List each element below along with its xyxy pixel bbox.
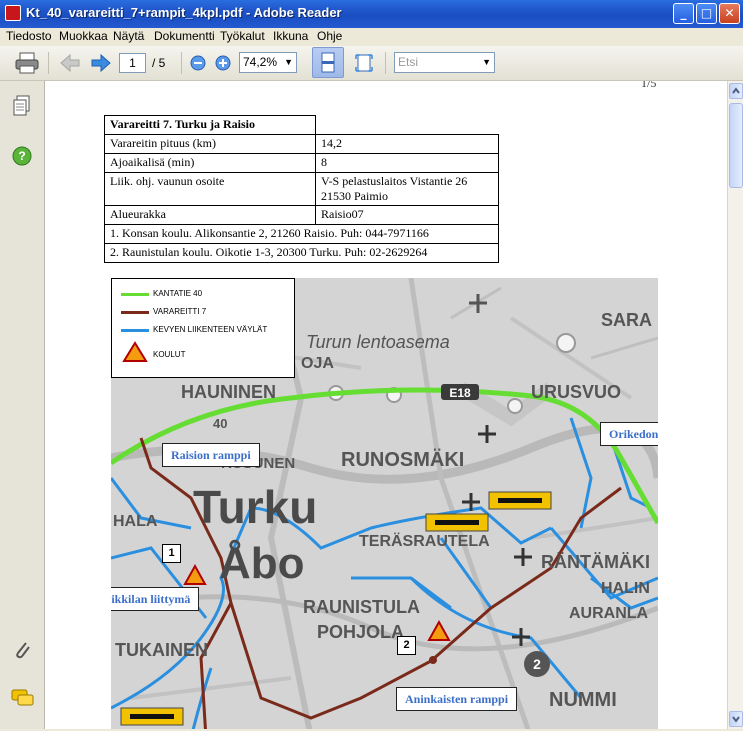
map-label: TERÄSRAUTELA bbox=[359, 532, 490, 550]
map-label: OJA bbox=[301, 355, 334, 372]
legend-swatch bbox=[121, 329, 149, 332]
map-label: E18 bbox=[449, 386, 471, 400]
comments-icon[interactable] bbox=[11, 687, 35, 709]
map-label: HALA bbox=[113, 513, 158, 530]
legend-swatch bbox=[121, 311, 149, 314]
ramp-callout-aninkainen: Aninkaisten ramppi bbox=[396, 687, 518, 711]
svg-text:?: ? bbox=[18, 149, 25, 163]
map-label: RAUNISTULA bbox=[303, 597, 420, 617]
junction-callout-suikkila: Suikkilan liittymä bbox=[111, 587, 200, 611]
table-value: V-S pelastuslaitos Vistantie 26 21530 Pa… bbox=[315, 172, 499, 206]
chevron-down-icon[interactable]: ▼ bbox=[284, 53, 293, 72]
fit-width-button[interactable] bbox=[312, 47, 344, 78]
zoom-value: 74,2% bbox=[243, 55, 278, 69]
address-line: 21530 Paimio bbox=[321, 189, 389, 203]
document-view[interactable]: 1/5 Varareitti 7. Turku ja Raisio Varare… bbox=[45, 81, 727, 729]
map-label: RUNOSMÄKI bbox=[341, 448, 464, 471]
map-label: 40 bbox=[213, 416, 227, 431]
school-marker: 1 bbox=[162, 544, 181, 563]
map-label: HALIN bbox=[601, 580, 650, 597]
previous-page-icon[interactable] bbox=[59, 53, 81, 73]
zoom-in-icon[interactable] bbox=[215, 55, 231, 71]
menu-muokkaa[interactable]: Muokkaa bbox=[59, 29, 108, 43]
page-number-input[interactable]: 1 bbox=[119, 53, 146, 73]
menu-ikkuna[interactable]: Ikkuna bbox=[273, 29, 308, 43]
window-title: Kt_40_varareitti_7+rampit_4kpl.pdf - Ado… bbox=[26, 5, 342, 20]
adobe-reader-icon bbox=[5, 5, 21, 21]
ramp-callout-raisio: Raision ramppi bbox=[162, 443, 260, 467]
table-value: 14,2 bbox=[315, 134, 499, 154]
map-label: SARA bbox=[601, 310, 652, 330]
chevron-down-icon bbox=[732, 716, 740, 723]
map-label: 2 bbox=[533, 656, 541, 672]
school-row: 2. Raunistulan koulu. Oikotie 1-3, 20300… bbox=[104, 243, 499, 263]
table-label: Alueurakka bbox=[104, 205, 316, 225]
map-label: TUKAINEN bbox=[115, 640, 208, 660]
title-bar: Kt_40_varareitti_7+rampit_4kpl.pdf - Ado… bbox=[0, 0, 743, 28]
fit-width-icon bbox=[321, 52, 335, 73]
chevron-up-icon bbox=[732, 87, 740, 94]
school-marker: 2 bbox=[397, 636, 416, 655]
table-value: Raisio07 bbox=[315, 205, 499, 225]
map-label: AURANLA bbox=[569, 605, 649, 622]
next-page-icon[interactable] bbox=[90, 53, 112, 73]
route-info-table: Varareitti 7. Turku ja Raisio Varareitin… bbox=[104, 115, 499, 263]
menu-ohje[interactable]: Ohje bbox=[317, 29, 342, 43]
page-label: 1/5 bbox=[641, 81, 657, 90]
address-line: V-S pelastuslaitos Vistantie 26 bbox=[321, 174, 468, 188]
maximize-button[interactable]: □ bbox=[696, 3, 717, 24]
map-label: NUMMI bbox=[549, 689, 617, 711]
table-title: Varareitti 7. Turku ja Raisio bbox=[104, 115, 316, 135]
page-total: / 5 bbox=[152, 56, 166, 70]
help-icon[interactable]: ? bbox=[12, 146, 32, 166]
minimize-button[interactable]: _ bbox=[673, 3, 694, 24]
route-map: HAUNINEN Turun lentoasema SARA URUSVUO R… bbox=[111, 278, 658, 729]
toolbar-separator bbox=[48, 52, 49, 74]
menu-dokumentti[interactable]: Dokumentti bbox=[154, 29, 215, 43]
zoom-out-icon[interactable] bbox=[190, 55, 206, 71]
table-label: Liik. ohj. vaunun osoite bbox=[104, 172, 316, 206]
school-warning-icon bbox=[122, 341, 148, 362]
menu-bar: Tiedosto Muokkaa Näytä Dokumentti Työkal… bbox=[0, 28, 743, 46]
zoom-field[interactable]: 74,2% ▼ bbox=[239, 52, 297, 73]
menu-tiedosto[interactable]: Tiedosto bbox=[6, 29, 52, 43]
close-button[interactable]: ✕ bbox=[719, 3, 740, 24]
toolbar-separator bbox=[181, 52, 182, 74]
navigation-pane: ? bbox=[0, 81, 45, 729]
pages-icon[interactable] bbox=[12, 95, 32, 117]
map-label: Åbo bbox=[219, 539, 305, 588]
table-label: Varareitin pituus (km) bbox=[104, 134, 316, 154]
chevron-down-icon[interactable]: ▼ bbox=[482, 53, 491, 72]
search-input[interactable]: Etsi ▼ bbox=[394, 52, 495, 73]
school-row: 1. Konsan koulu. Alikonsantie 2, 21260 R… bbox=[104, 224, 499, 244]
menu-tyokalut[interactable]: Työkalut bbox=[220, 29, 265, 43]
print-icon[interactable] bbox=[14, 52, 40, 74]
ramp-callout-oriketo: Orikedon ramppi bbox=[600, 422, 658, 446]
scroll-up-button[interactable] bbox=[729, 83, 743, 99]
scroll-down-button[interactable] bbox=[729, 711, 743, 727]
map-label: HAUNINEN bbox=[181, 382, 276, 402]
vertical-scrollbar[interactable] bbox=[727, 81, 743, 729]
legend-item: KANTATIE 40 bbox=[153, 289, 203, 298]
table-value: 8 bbox=[315, 153, 499, 173]
menu-nayta[interactable]: Näytä bbox=[113, 29, 144, 43]
toolbar: 1 / 5 74,2% ▼ Etsi ▼ bbox=[0, 46, 743, 81]
scroll-thumb[interactable] bbox=[729, 103, 743, 188]
map-label: POHJOLA bbox=[317, 622, 404, 642]
attachment-icon[interactable] bbox=[12, 639, 32, 661]
search-placeholder: Etsi bbox=[398, 55, 419, 69]
map-label: Turku bbox=[193, 481, 317, 533]
fit-page-icon[interactable] bbox=[353, 53, 375, 73]
toolbar-separator bbox=[385, 52, 386, 74]
legend-item: KOULUT bbox=[153, 350, 186, 359]
map-legend: KANTATIE 40 VARAREITTI 7 KEVYEN LIIKENTE… bbox=[111, 278, 295, 378]
table-label: Ajoaikalisä (min) bbox=[104, 153, 316, 173]
map-label: RÄNTÄMÄKI bbox=[541, 552, 650, 572]
legend-swatch bbox=[121, 293, 149, 296]
legend-item: VARAREITTI 7 bbox=[153, 307, 207, 316]
map-label: Turun lentoasema bbox=[306, 332, 450, 352]
map-label: URUSVUO bbox=[531, 382, 621, 402]
legend-item: KEVYEN LIIKENTEEN VÄYLÄT bbox=[153, 325, 268, 334]
